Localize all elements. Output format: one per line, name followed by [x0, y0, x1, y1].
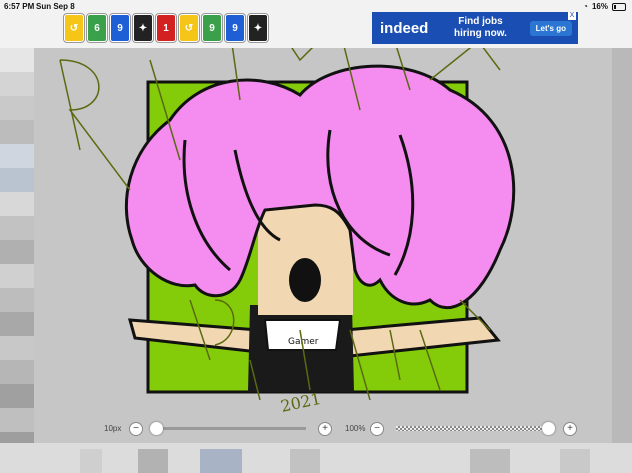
status-right: ◔ 16% — [583, 2, 626, 11]
artwork: Gamer 2021 — [59, 48, 516, 416]
palette-swatch[interactable] — [0, 168, 34, 192]
status-time: 6:57 PM — [4, 2, 35, 11]
opacity-knob[interactable] — [542, 422, 555, 435]
opacity-decrease-button[interactable]: − — [370, 422, 384, 436]
palette-swatch[interactable] — [0, 216, 34, 240]
wifi-icon: ◔ — [583, 2, 588, 11]
palette-swatch[interactable] — [0, 336, 34, 360]
brush-size-decrease-button[interactable]: − — [129, 422, 143, 436]
uno-card: ✦ — [248, 14, 268, 42]
battery-icon — [612, 2, 626, 11]
ad-line-2: hiring now. — [454, 28, 507, 39]
palette-swatch[interactable] — [0, 384, 34, 408]
opacity-increase-button[interactable]: + — [563, 422, 577, 436]
palette-swatch[interactable] — [0, 264, 34, 288]
opacity-label: 100% — [345, 424, 366, 433]
tool-button[interactable] — [560, 449, 590, 473]
status-date: Sun Sep 8 — [36, 2, 75, 11]
opacity-track[interactable] — [396, 426, 546, 431]
palette-swatch[interactable] — [0, 72, 34, 96]
tool-button[interactable] — [470, 449, 510, 473]
indeed-logo: indeed — [380, 20, 429, 37]
ad-cta-button[interactable]: Let's go — [529, 21, 572, 36]
uno-cards-banner[interactable]: ↺ 6 9 ✦ 1 ↺ 9 9 ✦ — [64, 14, 268, 42]
palette-swatch[interactable] — [0, 312, 34, 336]
shirt-text: Gamer — [288, 337, 319, 347]
battery-percent: 16% — [591, 2, 608, 11]
palette-swatch[interactable] — [0, 192, 34, 216]
ad-text: Find jobs hiring now. — [454, 16, 507, 40]
brush-size-label: 10px — [104, 424, 122, 433]
palette-swatch[interactable] — [0, 144, 34, 168]
ad-close-icon[interactable]: X — [568, 12, 576, 20]
uno-card: 1 — [156, 14, 176, 42]
brush-slider-bar: 10px − + 100% − + — [34, 416, 612, 440]
ad-line-1: Find jobs — [458, 16, 503, 27]
uno-card: ✦ — [133, 14, 153, 42]
brush-size-track[interactable] — [156, 427, 306, 430]
tool-button[interactable] — [80, 449, 102, 473]
mouth — [289, 258, 321, 302]
indeed-ad-banner[interactable]: indeed Find jobs hiring now. Let's go X — [372, 12, 578, 44]
tool-button[interactable] — [138, 449, 168, 473]
color-palette[interactable] — [0, 48, 34, 473]
bottom-toolbar — [0, 443, 632, 473]
uno-card: ↺ — [64, 14, 84, 42]
right-side-panel — [612, 48, 632, 448]
uno-card: 9 — [202, 14, 222, 42]
drawing-canvas[interactable]: Gamer 2021 — [34, 48, 612, 443]
uno-card: 9 — [110, 14, 130, 42]
palette-swatch[interactable] — [0, 48, 34, 72]
uno-card: 9 — [225, 14, 245, 42]
palette-swatch[interactable] — [0, 360, 34, 384]
palette-swatch[interactable] — [0, 408, 34, 432]
palette-swatch[interactable] — [0, 288, 34, 312]
tool-button[interactable] — [200, 449, 242, 473]
uno-card: ↺ — [179, 14, 199, 42]
palette-swatch[interactable] — [0, 96, 34, 120]
brush-size-increase-button[interactable]: + — [318, 422, 332, 436]
uno-card: 6 — [87, 14, 107, 42]
palette-swatch[interactable] — [0, 240, 34, 264]
palette-swatch[interactable] — [0, 120, 34, 144]
brush-size-knob[interactable] — [150, 422, 163, 435]
tool-button[interactable] — [290, 449, 320, 473]
